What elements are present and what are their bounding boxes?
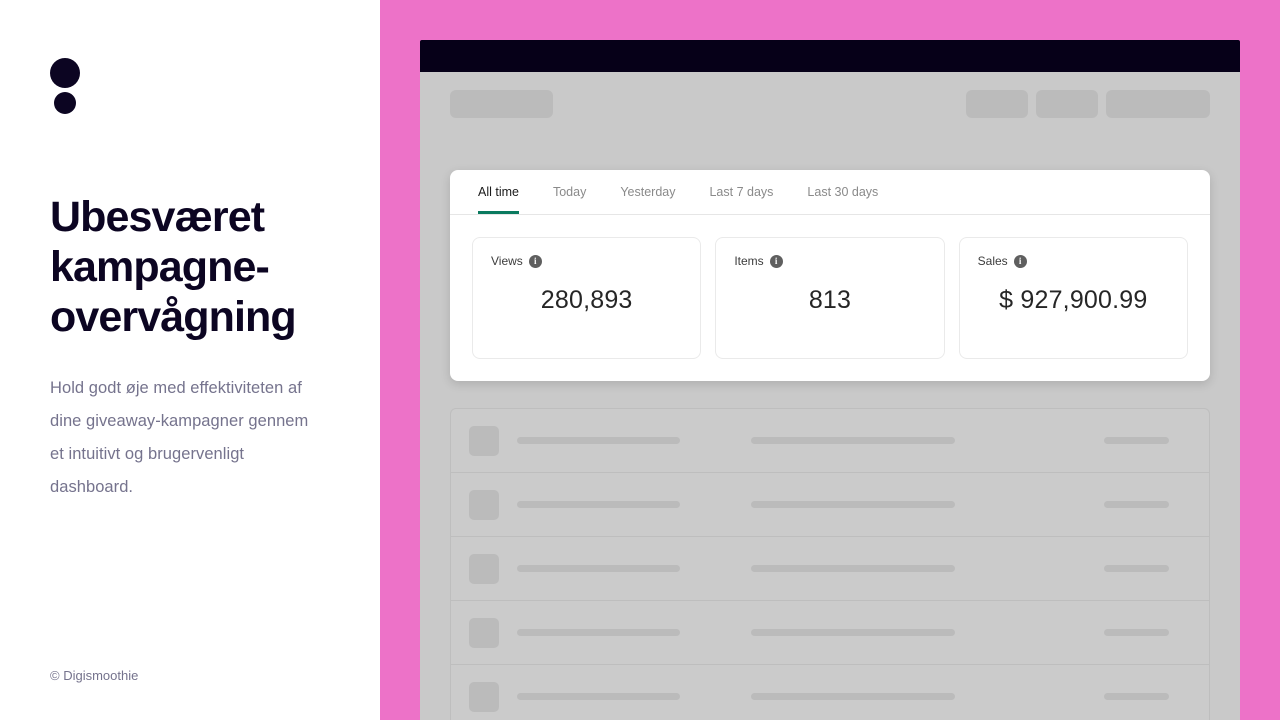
stat-card-views-value: 280,893 — [540, 286, 633, 314]
intro-panel: Ubesværet kampagne-overvågning Hold godt… — [0, 0, 380, 720]
info-icon[interactable]: i — [1013, 254, 1027, 268]
tab-all-time[interactable]: All time — [478, 170, 519, 214]
skeleton-toolbar-button-2 — [1036, 90, 1098, 118]
content-list-skeleton — [450, 408, 1210, 720]
stat-card-sales: Sales i $ 927,900.99 — [958, 237, 1188, 359]
skeleton-toolbar-button-3 — [1106, 90, 1210, 118]
skeleton-line-trailing — [1104, 501, 1169, 508]
stat-card-items-value: 813 — [808, 286, 852, 314]
skeleton-line-primary — [517, 693, 680, 700]
skeleton-thumbnail — [469, 682, 499, 712]
table-row — [450, 472, 1210, 536]
table-row — [450, 408, 1210, 472]
tab-yesterday[interactable]: Yesterday — [620, 170, 675, 214]
tab-today-label: Today — [552, 185, 587, 199]
tab-all-time-label: All time — [478, 185, 519, 199]
skeleton-line-secondary — [751, 629, 955, 636]
tab-yesterday-label: Yesterday — [620, 185, 676, 199]
skeleton-thumbnail — [469, 490, 499, 520]
stat-card-views: Views i 280,893 — [472, 237, 702, 359]
stat-card-items-header: Items i — [734, 254, 925, 268]
browser-titlebar — [420, 40, 1240, 72]
stat-card-views-header: Views i — [491, 254, 682, 268]
skeleton-line-primary — [517, 629, 680, 636]
page-subtitle: Hold godt øje med effektiviteten af dine… — [50, 379, 309, 496]
skeleton-line-secondary — [751, 501, 955, 508]
table-row — [450, 664, 1210, 720]
stat-card-sales-value: $ 927,900.99 — [999, 286, 1148, 314]
app-toolbar-skeleton — [420, 72, 1240, 134]
logo-dot-large — [50, 58, 80, 88]
skeleton-line-secondary — [751, 693, 955, 700]
skeleton-toolbar-button-1 — [966, 90, 1028, 118]
stats-panel: All time Today Yesterday Last 7 days Las — [450, 170, 1210, 381]
skeleton-thumbnail — [469, 426, 499, 456]
page-title: Ubesværet kampagne-overvågning — [50, 193, 297, 341]
skeleton-line-trailing — [1104, 693, 1169, 700]
slide: Ubesværet kampagne-overvågning Hold godt… — [0, 0, 1280, 720]
showcase-panel: All time Today Yesterday Last 7 days Las — [380, 0, 1280, 720]
date-range-tabs: All time Today Yesterday Last 7 days Las — [450, 170, 1210, 215]
copyright-text: © Digismoothie — [50, 668, 139, 683]
skeleton-thumbnail — [469, 554, 499, 584]
stat-card-sales-label: Sales — [977, 254, 1008, 268]
skeleton-line-primary — [517, 501, 680, 508]
tab-last-7-days-label: Last 7 days — [709, 185, 774, 199]
two-dots-logo-icon — [50, 58, 84, 120]
skeleton-toolbar-title — [450, 90, 553, 118]
table-row — [450, 600, 1210, 664]
stat-card-items-label: Items — [734, 254, 764, 268]
skeleton-line-secondary — [751, 565, 955, 572]
browser-viewport: All time Today Yesterday Last 7 days Las — [420, 72, 1240, 720]
table-row — [450, 536, 1210, 600]
browser-mockup: All time Today Yesterday Last 7 days Las — [420, 40, 1240, 720]
tab-last-30-days[interactable]: Last 30 days — [807, 170, 878, 214]
skeleton-line-primary — [517, 437, 680, 444]
tab-last-30-days-label: Last 30 days — [807, 185, 879, 199]
stat-card-sales-header: Sales i — [978, 254, 1169, 268]
stat-card-views-label: Views — [491, 254, 523, 268]
info-icon[interactable]: i — [769, 254, 783, 268]
skeleton-line-trailing — [1104, 437, 1169, 444]
skeleton-thumbnail — [469, 618, 499, 648]
stat-card-group: Views i 280,893 Items i 813 Sales i $ 92… — [450, 215, 1210, 381]
stat-card-items: Items i 813 — [715, 237, 945, 359]
skeleton-line-secondary — [751, 437, 955, 444]
logo-dot-small — [54, 92, 76, 114]
info-icon[interactable]: i — [528, 254, 542, 268]
skeleton-line-trailing — [1104, 565, 1169, 572]
tab-today[interactable]: Today — [553, 170, 586, 214]
tab-last-7-days[interactable]: Last 7 days — [709, 170, 773, 214]
skeleton-line-trailing — [1104, 629, 1169, 636]
skeleton-line-primary — [517, 565, 680, 572]
